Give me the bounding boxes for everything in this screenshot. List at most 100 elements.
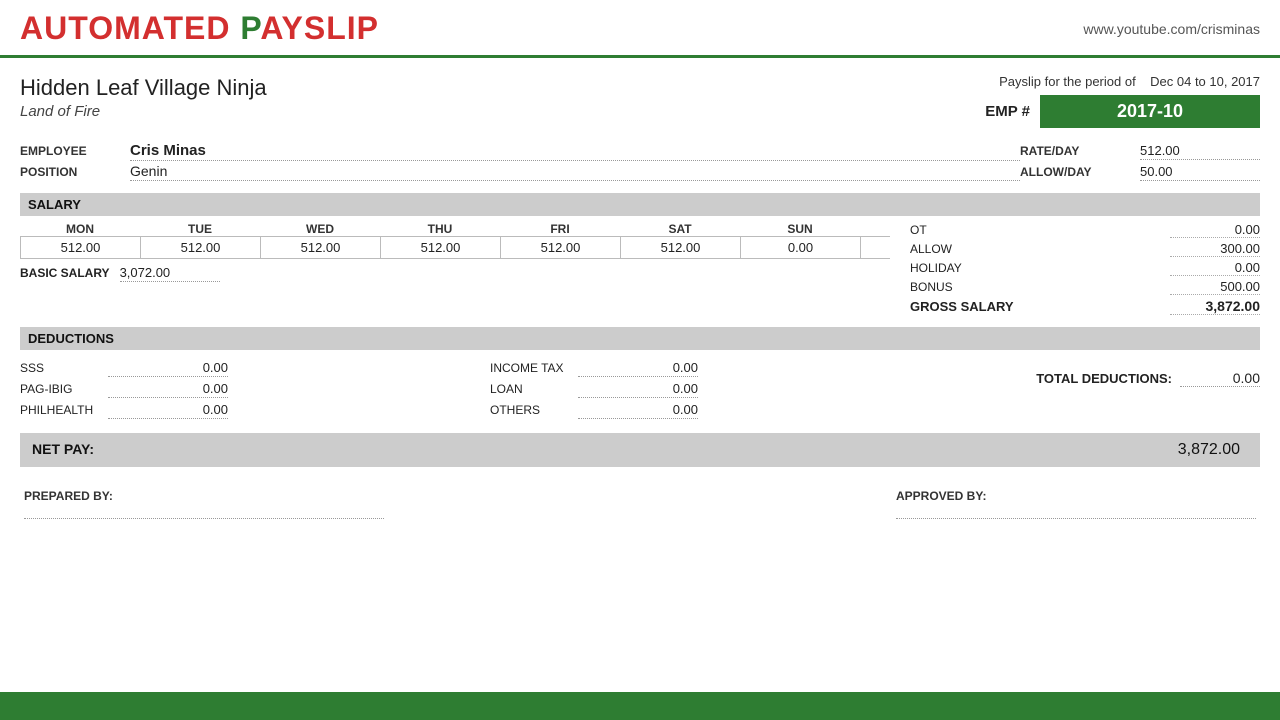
deductions-section-header: DEDUCTIONS xyxy=(20,327,1260,350)
employee-name: Cris Minas xyxy=(130,142,1020,161)
holiday-row: HOLIDAY 0.00 xyxy=(910,260,1260,276)
approved-by-block: APPROVED BY: xyxy=(896,489,1256,519)
total-ded-row: TOTAL DEDUCTIONS: 0.00 xyxy=(960,370,1260,387)
bonus-value: 500.00 xyxy=(1170,279,1260,295)
gross-value: 3,872.00 xyxy=(1170,298,1260,315)
footer-bar xyxy=(0,692,1280,720)
position-label: POSITION xyxy=(20,165,130,179)
basic-label: BASIC SALARY xyxy=(20,266,110,280)
emp-row: EMP # 2017-10 xyxy=(985,95,1260,128)
salary-right-table: OT 0.00 ALLOW 300.00 HOLIDAY 0.00 BONUS … xyxy=(910,222,1260,315)
employee-section: EMPLOYEE Cris Minas RATE/DAY 512.00 POSI… xyxy=(20,142,1260,181)
approved-by-line xyxy=(896,505,1256,519)
allow-row: ALLOW 300.00 xyxy=(910,241,1260,257)
basic-value: 3,072.00 xyxy=(120,265,220,282)
income-tax-value: 0.00 xyxy=(578,360,698,377)
holiday-value: 0.00 xyxy=(1170,260,1260,276)
loan-value: 0.00 xyxy=(578,381,698,398)
signatures-row: PREPARED BY: APPROVED BY: xyxy=(20,489,1260,519)
val-sun: 0.00 xyxy=(741,237,861,258)
val-thu: 512.00 xyxy=(381,237,501,258)
company-sub: Land of Fire xyxy=(20,103,267,120)
gross-row: GROSS SALARY 3,872.00 xyxy=(910,298,1260,315)
emp-label: EMP # xyxy=(985,103,1030,120)
loan-label: LOAN xyxy=(490,382,570,396)
prepared-by-block: PREPARED BY: xyxy=(24,489,384,519)
others-value: 0.00 xyxy=(578,402,698,419)
ot-value: 0.00 xyxy=(1170,222,1260,238)
prepared-by-line xyxy=(24,505,384,519)
basic-salary-row: BASIC SALARY 3,072.00 xyxy=(20,265,890,282)
allow-value-r: 300.00 xyxy=(1170,241,1260,257)
allow-label: ALLOW/DAY xyxy=(1020,165,1140,179)
main-content: Hidden Leaf Village Ninja Land of Fire P… xyxy=(0,58,1280,692)
deductions-col2: INCOME TAX 0.00 LOAN 0.00 OTHERS 0.00 xyxy=(490,360,960,419)
sss-row: SSS 0.00 xyxy=(20,360,490,377)
rate-label: RATE/DAY xyxy=(1020,144,1140,158)
philhealth-value: 0.00 xyxy=(108,402,228,419)
net-pay-row: NET PAY: 3,872.00 xyxy=(20,433,1260,467)
rate-value: 512.00 xyxy=(1140,143,1260,160)
day-fri: FRI xyxy=(500,222,620,236)
page-header: AUTOMATED PAYSLIP www.youtube.com/crismi… xyxy=(0,0,1280,58)
day-values: 512.00 512.00 512.00 512.00 512.00 512.0… xyxy=(20,236,890,259)
payslip-period: Payslip for the period of Dec 04 to 10, … xyxy=(985,74,1260,89)
pagibig-value: 0.00 xyxy=(108,381,228,398)
net-pay-value: 3,872.00 xyxy=(960,433,1260,467)
payslip-info: Payslip for the period of Dec 04 to 10, … xyxy=(985,74,1260,128)
company-info: Hidden Leaf Village Ninja Land of Fire xyxy=(20,74,267,120)
day-headers: MON TUE WED THU FRI SAT SUN xyxy=(20,222,890,236)
prepared-by-label: PREPARED BY: xyxy=(24,489,384,503)
holiday-label: HOLIDAY xyxy=(910,261,980,275)
net-pay-label: NET PAY: xyxy=(20,433,960,467)
title-text-ayslip: AYSLIP xyxy=(260,10,379,46)
ot-row: OT 0.00 xyxy=(910,222,1260,238)
val-tue: 512.00 xyxy=(141,237,261,258)
day-thu: THU xyxy=(380,222,500,236)
day-wed: WED xyxy=(260,222,380,236)
emp-number: 2017-10 xyxy=(1040,95,1260,128)
allow-label-r: ALLOW xyxy=(910,242,980,256)
bonus-row: BONUS 500.00 xyxy=(910,279,1260,295)
pagibig-label: PAG-IBIG xyxy=(20,382,100,396)
sss-value: 0.00 xyxy=(108,360,228,377)
salary-right: OT 0.00 ALLOW 300.00 HOLIDAY 0.00 BONUS … xyxy=(890,222,1260,315)
pagibig-row: PAG-IBIG 0.00 xyxy=(20,381,490,398)
val-fri: 512.00 xyxy=(501,237,621,258)
ot-label: OT xyxy=(910,223,980,237)
allow-value: 50.00 xyxy=(1140,164,1260,181)
title-p: P xyxy=(240,10,260,46)
day-mon: MON xyxy=(20,222,140,236)
income-tax-row: INCOME TAX 0.00 xyxy=(490,360,960,377)
day-sat: SAT xyxy=(620,222,740,236)
val-wed: 512.00 xyxy=(261,237,381,258)
day-sun: SUN xyxy=(740,222,860,236)
period-label: Payslip for the period of xyxy=(999,74,1136,89)
philhealth-row: PHILHEALTH 0.00 xyxy=(20,402,490,419)
bonus-label: BONUS xyxy=(910,280,980,294)
title-text-automated: AUTOMATED xyxy=(20,10,240,46)
others-row: OTHERS 0.00 xyxy=(490,402,960,419)
deductions-col1: SSS 0.00 PAG-IBIG 0.00 PHILHEALTH 0.00 xyxy=(20,360,490,419)
employee-label: EMPLOYEE xyxy=(20,144,130,158)
app-title: AUTOMATED PAYSLIP xyxy=(20,10,379,47)
sss-label: SSS xyxy=(20,361,100,375)
website-url: www.youtube.com/crisminas xyxy=(1083,21,1260,37)
salary-left: MON TUE WED THU FRI SAT SUN 512.00 512.0… xyxy=(20,222,890,315)
total-ded-label: TOTAL DEDUCTIONS: xyxy=(1036,371,1172,386)
others-label: OTHERS xyxy=(490,403,570,417)
income-tax-label: INCOME TAX xyxy=(490,361,570,375)
total-deductions-col: TOTAL DEDUCTIONS: 0.00 xyxy=(960,360,1260,387)
company-row: Hidden Leaf Village Ninja Land of Fire P… xyxy=(20,74,1260,128)
val-sat: 512.00 xyxy=(621,237,741,258)
company-name: Hidden Leaf Village Ninja xyxy=(20,74,267,103)
total-ded-value: 0.00 xyxy=(1180,370,1260,387)
philhealth-label: PHILHEALTH xyxy=(20,403,100,417)
deductions-content: SSS 0.00 PAG-IBIG 0.00 PHILHEALTH 0.00 I… xyxy=(20,360,1260,419)
position-value: Genin xyxy=(130,163,1020,181)
loan-row: LOAN 0.00 xyxy=(490,381,960,398)
approved-by-label: APPROVED BY: xyxy=(896,489,1256,503)
gross-label: GROSS SALARY xyxy=(910,299,1014,314)
val-mon: 512.00 xyxy=(21,237,141,258)
day-tue: TUE xyxy=(140,222,260,236)
